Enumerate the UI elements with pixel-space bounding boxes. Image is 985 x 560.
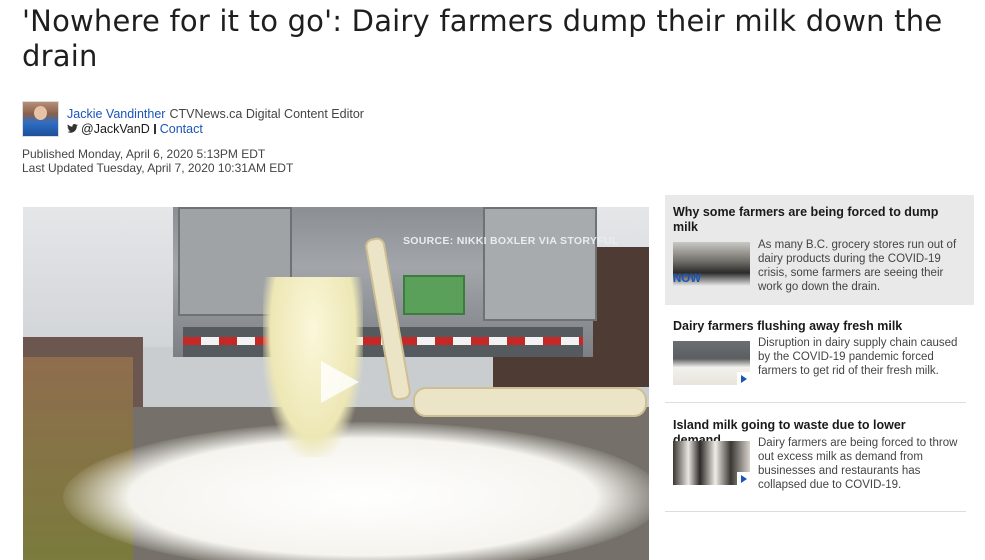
author-avatar[interactable]	[22, 101, 59, 137]
author-role: CTVNews.ca Digital Content Editor	[169, 107, 364, 121]
twitter-handle-link[interactable]: @JackVanD	[81, 122, 150, 136]
related-videos-sidebar: Why some farmers are being forced to dum…	[665, 195, 974, 305]
related-story[interactable]: Why some farmers are being forced to dum…	[665, 195, 974, 305]
related-story[interactable]: Dairy farmers flushing away fresh milk D…	[665, 305, 966, 403]
author-line: Jackie Vandinther CTVNews.ca Digital Cont…	[67, 107, 364, 121]
article-dates: Published Monday, April 6, 2020 5:13PM E…	[22, 147, 293, 175]
play-icon[interactable]	[313, 357, 363, 407]
related-story-summary: Dairy farmers are being forced to throw …	[758, 437, 958, 491]
article-headline: 'Nowhere for it to go': Dairy farmers du…	[22, 4, 943, 73]
related-story-title[interactable]: Dairy farmers flushing away fresh milk	[673, 319, 953, 334]
twitter-icon[interactable]	[67, 124, 78, 133]
author-name-link[interactable]: Jackie Vandinther	[67, 107, 165, 121]
video-source-caption: SOURCE: NIKKI BOXLER VIA STORYFUL	[403, 235, 619, 247]
related-story-title[interactable]: Why some farmers are being forced to dum…	[673, 205, 953, 235]
video-frame-green-box	[403, 275, 465, 315]
now-badge: NOW	[673, 273, 702, 285]
related-story-summary: Disruption in dairy supply chain caused …	[758, 337, 958, 377]
author-social: @JackVanD Contact	[67, 122, 203, 136]
updated-date: Last Updated Tuesday, April 7, 2020 10:3…	[22, 161, 294, 175]
video-player[interactable]: SOURCE: NIKKI BOXLER VIA STORYFUL	[23, 207, 649, 560]
published-date: Published Monday, April 6, 2020 5:13PM E…	[22, 147, 266, 161]
related-story-summary: As many B.C. grocery stores run out of d…	[758, 239, 957, 293]
video-frame-hose	[413, 387, 647, 417]
contact-link[interactable]: Contact	[160, 122, 203, 136]
divider	[153, 124, 156, 134]
play-icon[interactable]	[737, 472, 750, 485]
related-story-thumbnail[interactable]	[673, 441, 750, 485]
play-icon[interactable]	[737, 372, 750, 385]
video-frame-truck-door	[483, 207, 597, 321]
related-story-thumbnail[interactable]	[673, 341, 750, 385]
related-story[interactable]: Island milk going to waste due to lower …	[665, 403, 966, 512]
